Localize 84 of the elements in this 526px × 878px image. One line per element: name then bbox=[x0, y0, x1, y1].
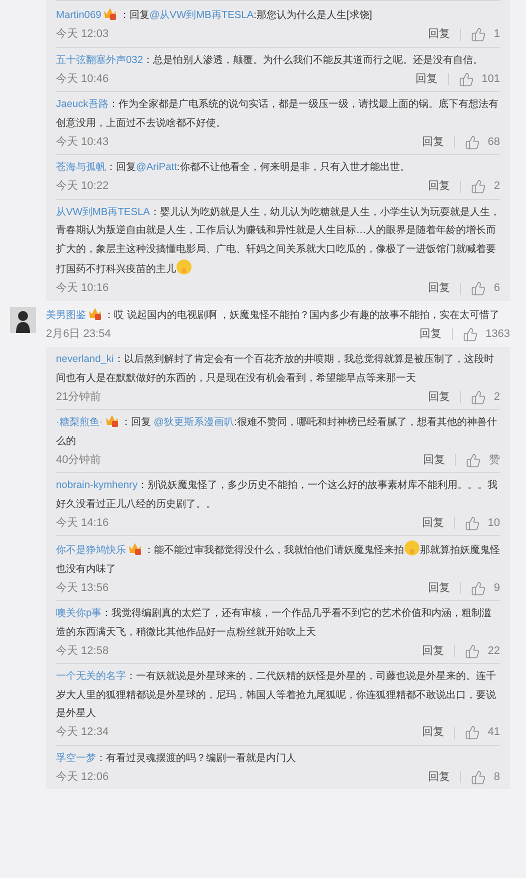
like-icon[interactable] bbox=[464, 516, 480, 530]
reply-button[interactable]: 回复 bbox=[428, 388, 450, 406]
like-icon[interactable] bbox=[464, 134, 480, 150]
comment-text: 你不是狰鸠快乐 ：能不能过审我都觉得没什么，我就怕他们请妖魔鬼怪来拍 那就算拍妖魔鬼怪也没有内味了 bbox=[56, 540, 500, 579]
username-link[interactable]: 噢关你p事 bbox=[56, 608, 102, 619]
like-count: 10 bbox=[488, 516, 500, 531]
username-link[interactable]: Jaeuck吾路 bbox=[56, 99, 108, 110]
like-icon[interactable] bbox=[466, 452, 481, 468]
mention-link[interactable]: @狄更斯系漫画叭 bbox=[154, 417, 234, 428]
reply-button[interactable]: 回复 bbox=[428, 178, 450, 195]
reply-button[interactable]: 回复 bbox=[422, 724, 444, 741]
username-link[interactable]: neverland_ki bbox=[56, 354, 114, 365]
timestamp: 今天 14:16 bbox=[56, 516, 109, 531]
username-link[interactable]: 从VW到MB再TESLA bbox=[56, 206, 150, 218]
comment-text: nobrain-kymhenry：别说妖魔鬼怪了，多少历史不能拍，一个这么好的故事素材库不能利用。。。我好久没看过正儿八经的历史剧了。。 bbox=[56, 478, 499, 512]
avatar-image bbox=[10, 306, 36, 332]
reply-button[interactable]: 回复 bbox=[422, 642, 444, 660]
comment-text: Jaeuck吾路：作为全家都是广电系统的说句实话，都是一级压一级，请找最上面的锅。底下有想法有创意没用，上面过不去说啥都不好使。 bbox=[56, 98, 500, 130]
emoji-icon bbox=[176, 259, 192, 275]
username-link[interactable]: 美男图鉴 bbox=[46, 310, 86, 320]
username-link[interactable]: ·糖梨煎鱼· bbox=[56, 417, 103, 428]
timestamp: 今天 10:46 bbox=[56, 72, 109, 87]
username-link[interactable]: nobrain-kymhenry bbox=[56, 480, 138, 491]
timestamp: 今天 12:58 bbox=[56, 644, 109, 659]
like-icon[interactable] bbox=[470, 179, 486, 194]
reply-button[interactable]: 回复 bbox=[422, 514, 444, 532]
comment-text: 美男图鉴 ：哎 说起国内的电视剧啊 ，妖魔鬼怪不能拍？国内多少有趣的故事不能拍，实在太可惜了 bbox=[46, 306, 510, 325]
comment-text: 从VW到MB再TESLA：婴儿认为吃奶就是人生，幼儿认为吃糖就是人生，小学生认为玩耍就是人生，青春期认为叛逆自由就是人生，工作后认为赚钱和异性就是人生目标…人的眼界是随着年龄的增长而扩大的，象层主这种没搞懂电影局、广电、轩妈之间关系就大口吃瓜的，像极了一进饭馆门就喊着要打国药不打科兴疫苗的主儿 bbox=[56, 206, 500, 277]
like-count: 2 bbox=[494, 390, 500, 405]
like-icon[interactable] bbox=[464, 644, 480, 658]
mention-link[interactable]: @AriPatt bbox=[136, 162, 177, 173]
comment-text: 苍海与孤帆：回复@AriPatt:你都不让他看全，何来明是非，只有入世才能出世。 bbox=[56, 160, 411, 175]
like-icon[interactable] bbox=[470, 580, 486, 596]
timestamp: 今天 13:56 bbox=[56, 580, 109, 596]
username-link[interactable]: 苍海与孤帆 bbox=[56, 162, 106, 173]
reply-button[interactable]: 回复 bbox=[428, 26, 450, 43]
like-count: 2 bbox=[494, 179, 500, 194]
like-count: 22 bbox=[488, 644, 500, 659]
timestamp: 今天 10:16 bbox=[56, 281, 109, 296]
timestamp: 21分钟前 bbox=[56, 390, 102, 405]
timestamp: 今天 12:03 bbox=[56, 27, 109, 42]
username-link[interactable]: 一个无关的名字 bbox=[56, 671, 126, 682]
like-count: 6 bbox=[494, 281, 500, 296]
like-count: 赞 bbox=[489, 452, 500, 468]
timestamp: 今天 12:34 bbox=[56, 725, 109, 740]
like-count: 1 bbox=[494, 27, 500, 42]
comment-text: Martin069 ：回复@从VW到MB再TESLA:那您认为什么是人生[求饶] bbox=[56, 7, 500, 26]
reply-button[interactable]: 回复 bbox=[416, 70, 438, 88]
like-count: 9 bbox=[494, 580, 500, 596]
comment-text: 孚空一梦：有看过灵魂摆渡的吗？编剧一看就是内门人 bbox=[56, 752, 297, 766]
username-link[interactable]: 孚空一梦 bbox=[56, 752, 96, 764]
reply-button[interactable]: 回复 bbox=[428, 280, 450, 297]
like-icon[interactable] bbox=[464, 725, 480, 740]
comment-text: neverland_ki：以后熬到解封了肯定会有一个百花齐放的井喷期，我总觉得就算是被压制了，这段时间也有人是在默默做好的东西的，只是现在没有机会看到，希望能早点等来那一天 bbox=[56, 352, 495, 386]
timestamp: 今天 10:43 bbox=[56, 134, 109, 150]
timestamp: 今天 10:22 bbox=[56, 179, 109, 194]
timestamp: 2月6日 23:54 bbox=[46, 326, 111, 342]
like-icon[interactable] bbox=[462, 326, 478, 342]
comment-text: 五十弦翻塞外声032：总是怕别人渗透，颠覆。为什么我们不能反其道而行之呢。还是没有自信。 bbox=[56, 54, 484, 68]
reply-button[interactable]: 回复 bbox=[428, 580, 450, 596]
like-count: 1363 bbox=[486, 326, 510, 342]
like-icon[interactable] bbox=[470, 770, 486, 784]
comment-text: ·糖梨煎鱼· ：回复 @狄更斯系漫画叭:很难不赞同，哪吒和封神榜已经看腻了，想看其他的神兽什么的 bbox=[56, 414, 500, 451]
comment-text: 噢关你p事：我觉得编剧真的太烂了，还有审核，一个作品几乎看不到它的艺术价值和内涵，粗制滥造的东西满天飞，稍微比其他作品好一点粉丝就开始吹上天 bbox=[56, 606, 493, 640]
username-link[interactable]: 五十弦翻塞外声032 bbox=[56, 54, 143, 66]
like-icon[interactable] bbox=[470, 281, 486, 296]
username-link[interactable]: Martin069 bbox=[56, 10, 102, 21]
like-count: 8 bbox=[494, 770, 500, 785]
reply-button[interactable]: 回复 bbox=[428, 768, 450, 786]
like-icon[interactable] bbox=[458, 72, 474, 86]
mention-link[interactable]: @从VW到MB再TESLA bbox=[149, 10, 254, 21]
like-count: 101 bbox=[482, 72, 500, 87]
like-icon[interactable] bbox=[470, 27, 486, 42]
username-link[interactable]: 你不是狰鸠快乐 bbox=[56, 545, 126, 556]
timestamp: 40分钟前 bbox=[56, 452, 102, 468]
comment-text: 一个无关的名字：一有妖就说是外星球来的，二代妖精的妖怪是外星的，司藤也说是外星来的。连千岁大人里的狐狸精都说是外星球的，尼玛，韩国人等着抢九尾狐呢，你连狐狸精都不敢说出口，要说是外星人 bbox=[56, 670, 497, 721]
like-icon[interactable] bbox=[470, 390, 486, 404]
like-count: 68 bbox=[488, 134, 500, 150]
like-count: 41 bbox=[488, 725, 500, 740]
reply-button[interactable]: 回复 bbox=[420, 326, 442, 342]
timestamp: 今天 12:06 bbox=[56, 770, 109, 785]
emoji-icon bbox=[404, 540, 420, 556]
reply-button[interactable]: 回复 bbox=[423, 452, 445, 468]
reply-button[interactable]: 回复 bbox=[422, 134, 444, 150]
